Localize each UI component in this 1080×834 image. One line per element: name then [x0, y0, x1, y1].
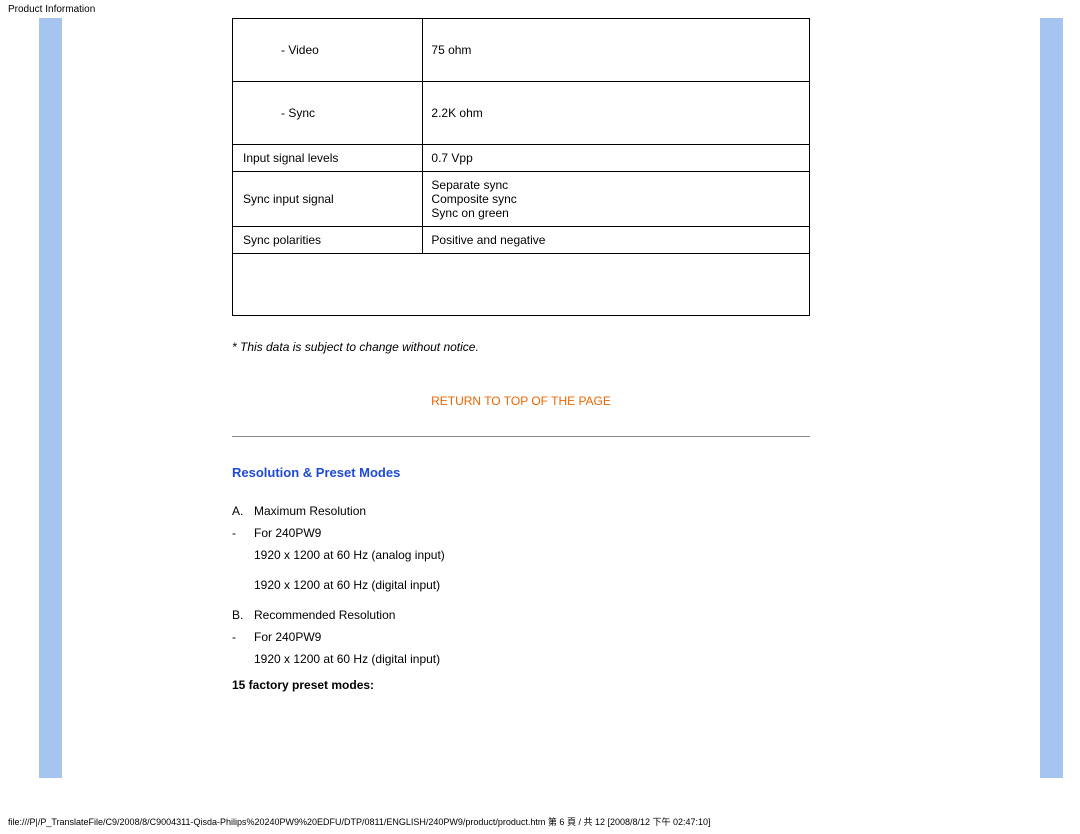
- marker: -: [232, 628, 254, 646]
- spec-value: 2.2K ohm: [423, 82, 810, 145]
- marker: -: [232, 524, 254, 542]
- resolution-sublabel: For 240PW9: [254, 524, 810, 542]
- footer-path: file:///P|/P_TranslateFile/C9/2008/8/C90…: [8, 815, 711, 828]
- table-row: Sync input signal Separate sync Composit…: [233, 172, 810, 227]
- spec-label: - Sync: [233, 82, 423, 145]
- spec-label: - Video: [233, 19, 423, 82]
- table-row: - Sync 2.2K ohm: [233, 82, 810, 145]
- page-title: Product Information: [0, 0, 1080, 19]
- table-row: Sync polarities Positive and negative: [233, 227, 810, 254]
- resolution-sublabel: For 240PW9: [254, 628, 810, 646]
- spec-value: Separate sync Composite sync Sync on gre…: [423, 172, 810, 227]
- resolution-label: Recommended Resolution: [254, 606, 810, 624]
- resolution-item: A. Maximum Resolution: [232, 502, 810, 520]
- spec-label: Sync input signal: [233, 172, 423, 227]
- spec-label: Input signal levels: [233, 145, 423, 172]
- left-stripe: [39, 18, 62, 778]
- spec-value: 75 ohm: [423, 19, 810, 82]
- table-row: - Video 75 ohm: [233, 19, 810, 82]
- resolution-item: B. Recommended Resolution: [232, 606, 810, 624]
- spec-value: Positive and negative: [423, 227, 810, 254]
- table-row: Input signal levels 0.7 Vpp: [233, 145, 810, 172]
- marker: B.: [232, 606, 254, 624]
- resolution-block: A. Maximum Resolution - For 240PW9 1920 …: [232, 502, 810, 668]
- spec-label: Sync polarities: [233, 227, 423, 254]
- return-top-link[interactable]: RETURN TO TOP OF THE PAGE: [232, 394, 810, 408]
- resolution-sub: - For 240PW9: [232, 628, 810, 646]
- spec-table: - Video 75 ohm - Sync 2.2K ohm Input sig…: [232, 18, 810, 316]
- notice-text: * This data is subject to change without…: [232, 340, 810, 354]
- right-stripe: [1040, 18, 1063, 778]
- resolution-label: Maximum Resolution: [254, 502, 810, 520]
- marker: A.: [232, 502, 254, 520]
- spec-value: 0.7 Vpp: [423, 145, 810, 172]
- preset-modes-heading: 15 factory preset modes:: [232, 678, 810, 692]
- resolution-value: 1920 x 1200 at 60 Hz (digital input): [232, 576, 810, 594]
- divider: [232, 436, 810, 437]
- resolution-value: 1920 x 1200 at 60 Hz (digital input): [232, 650, 810, 668]
- resolution-sub: - For 240PW9: [232, 524, 810, 542]
- table-spacer-row: [233, 254, 810, 316]
- main-content: - Video 75 ohm - Sync 2.2K ohm Input sig…: [232, 18, 810, 692]
- section-title: Resolution & Preset Modes: [232, 465, 810, 480]
- resolution-value: 1920 x 1200 at 60 Hz (analog input): [232, 546, 810, 564]
